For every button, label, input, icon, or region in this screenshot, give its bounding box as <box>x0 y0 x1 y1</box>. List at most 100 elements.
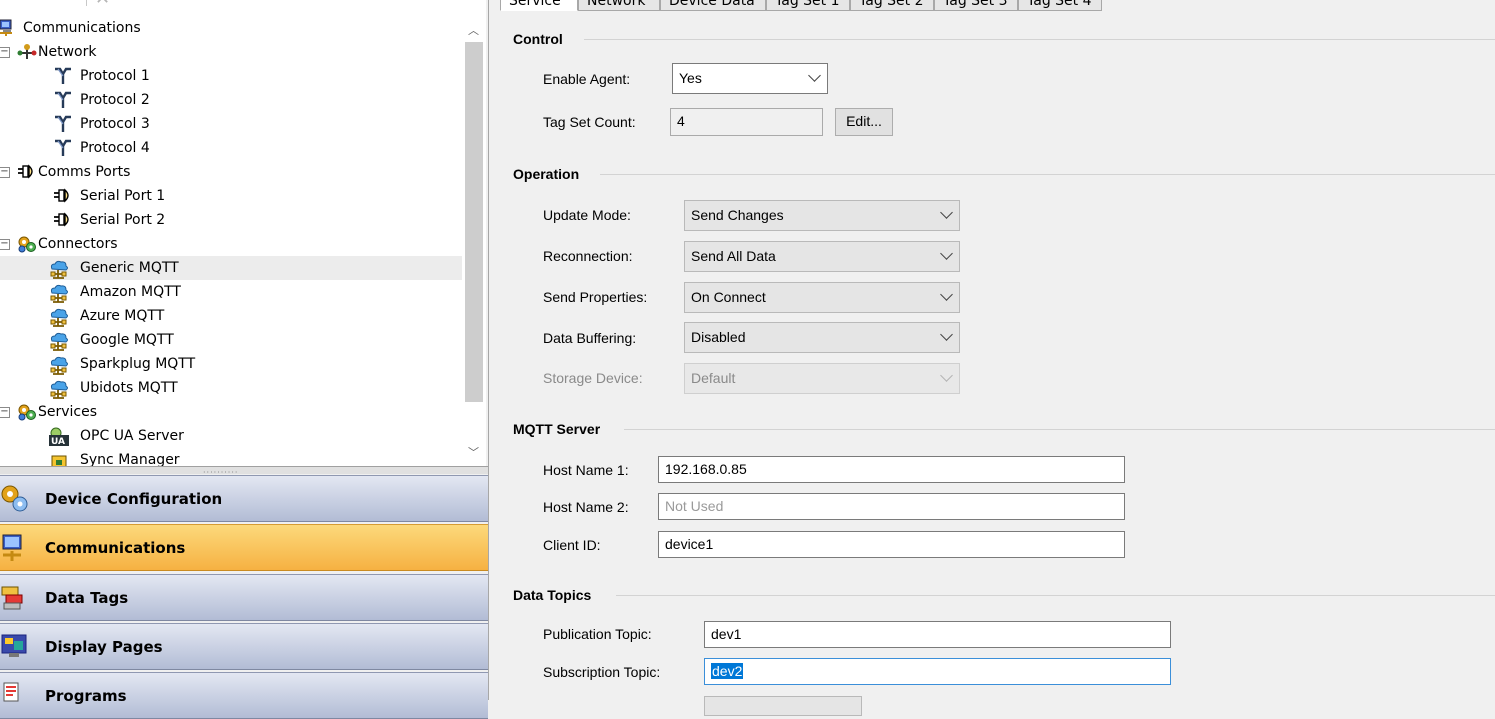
opc-ua-icon: UA <box>48 427 69 447</box>
host-name-1-field[interactable]: 192.168.0.85 <box>658 456 1125 483</box>
tree-item-label: Comms Ports <box>38 164 131 180</box>
tab-device-data[interactable]: Device Data <box>660 0 766 11</box>
group-title-mqtt-server: MQTT Server <box>513 421 601 437</box>
tree-item-network[interactable]: − Network <box>0 40 462 64</box>
tree-item-label: Amazon MQTT <box>80 284 181 300</box>
cloud-connector-icon <box>48 307 68 327</box>
tree-item-amazon-mqtt[interactable]: Amazon MQTT <box>0 280 462 304</box>
send-properties-dropdown[interactable]: On Connect <box>684 282 960 313</box>
tree-item-protocol-1[interactable]: Protocol 1 <box>0 64 462 88</box>
send-properties-label: Send Properties: <box>543 289 648 305</box>
dropdown-value: Send Changes <box>691 207 784 223</box>
partial-dropdown[interactable] <box>704 696 862 716</box>
device-configuration-icon <box>0 484 28 512</box>
service-properties-form: Control Enable Agent: Yes Tag Set Count:… <box>496 12 1495 716</box>
subscription-topic-field[interactable]: dev2 <box>704 658 1171 685</box>
scrollbar-thumb[interactable] <box>465 42 483 402</box>
tree-item-label: Protocol 2 <box>80 92 150 108</box>
host-name-1-label: Host Name 1: <box>543 462 629 478</box>
cloud-connector-icon <box>48 283 68 303</box>
tree-item-connectors[interactable]: − Connectors <box>0 232 462 256</box>
collapse-toggle[interactable]: − <box>0 47 10 58</box>
chevron-down-icon <box>940 288 953 301</box>
field-placeholder: Not Used <box>665 498 724 514</box>
tag-set-count-field: 4 <box>670 108 823 136</box>
tree-toolbar: ✕ <box>0 0 140 9</box>
tree-item-opc-ua-server[interactable]: UA OPC UA Server <box>0 424 462 448</box>
scroll-up-icon[interactable]: ︿ <box>468 22 479 38</box>
tree-item-serial-port-2[interactable]: Serial Port 2 <box>0 208 462 232</box>
nav-label: Communications <box>45 539 186 557</box>
tab-tag-set-4[interactable]: Tag Set 4 <box>1018 0 1102 11</box>
collapse-toggle[interactable]: − <box>0 239 10 250</box>
update-mode-label: Update Mode: <box>543 207 631 223</box>
tree-item-comms-ports[interactable]: − Comms Ports <box>0 160 462 184</box>
nav-data-tags[interactable]: Data Tags <box>0 574 488 621</box>
edit-button[interactable]: Edit... <box>835 108 893 136</box>
nav-display-pages[interactable]: Display Pages <box>0 623 488 670</box>
delete-icon[interactable]: ✕ <box>95 0 110 9</box>
scroll-down-icon[interactable]: ﹀ <box>468 444 479 460</box>
dropdown-value: On Connect <box>691 289 766 305</box>
tree-item-sparkplug-mqtt[interactable]: Sparkplug MQTT <box>0 352 462 376</box>
communications-icon <box>0 533 28 561</box>
update-mode-dropdown[interactable]: Send Changes <box>684 200 960 231</box>
tree-item-label: Sync Manager <box>80 452 180 466</box>
tree-item-generic-mqtt[interactable]: Generic MQTT <box>0 256 462 280</box>
protocol-icon <box>53 67 73 85</box>
tab-tag-set-1[interactable]: Tag Set 1 <box>766 0 850 11</box>
tree-item-label: Sparkplug MQTT <box>80 356 196 372</box>
tree-item-label: Azure MQTT <box>80 308 165 324</box>
cloud-connector-icon <box>48 355 68 375</box>
tree-item-serial-port-1[interactable]: Serial Port 1 <box>0 184 462 208</box>
cloud-connector-icon <box>48 379 68 399</box>
collapse-toggle[interactable]: − <box>0 407 10 418</box>
data-tags-icon <box>0 583 28 611</box>
gears-icon <box>17 403 37 421</box>
reconnection-label: Reconnection: <box>543 248 633 264</box>
enable-agent-dropdown[interactable]: Yes <box>672 63 828 94</box>
programs-icon <box>0 681 28 709</box>
tree-item-communications[interactable]: Communications <box>0 16 462 40</box>
collapse-toggle[interactable]: − <box>0 167 10 178</box>
data-buffering-label: Data Buffering: <box>543 330 637 346</box>
panel-splitter[interactable]: ·········· <box>0 466 488 477</box>
protocol-icon <box>53 115 73 133</box>
tree-item-label: Communications <box>23 20 141 36</box>
publication-topic-field[interactable]: dev1 <box>704 621 1171 648</box>
tab-tag-set-2[interactable]: Tag Set 2 <box>850 0 934 11</box>
nav-label: Programs <box>45 687 127 705</box>
reconnection-dropdown[interactable]: Send All Data <box>684 241 960 272</box>
dropdown-value: Default <box>691 370 736 386</box>
tree-item-protocol-2[interactable]: Protocol 2 <box>0 88 462 112</box>
tree-item-azure-mqtt[interactable]: Azure MQTT <box>0 304 462 328</box>
client-id-field[interactable]: device1 <box>658 531 1125 558</box>
tree-scrollbar[interactable]: ︿ ﹀ <box>462 18 486 466</box>
field-value: dev1 <box>711 626 742 642</box>
host-name-2-field[interactable]: Not Used <box>658 493 1125 520</box>
tree-item-label: Protocol 4 <box>80 140 150 156</box>
group-title-operation: Operation <box>513 166 580 182</box>
nav-communications[interactable]: Communications <box>0 524 488 571</box>
tree-item-ubidots-mqtt[interactable]: Ubidots MQTT <box>0 376 462 400</box>
communications-icon <box>0 19 18 37</box>
nav-programs[interactable]: Programs <box>0 672 488 719</box>
tree-item-services[interactable]: − Services <box>0 400 462 424</box>
nav-device-configuration[interactable]: Device Configuration <box>0 475 488 522</box>
tag-set-count-label: Tag Set Count: <box>543 114 636 130</box>
tree-item-label: Services <box>38 404 98 420</box>
tree-item-label: Ubidots MQTT <box>80 380 178 396</box>
tab-tag-set-3[interactable]: Tag Set 3 <box>934 0 1018 11</box>
subscription-topic-label: Subscription Topic: <box>543 664 661 680</box>
protocol-icon <box>53 139 73 157</box>
tree-item-protocol-4[interactable]: Protocol 4 <box>0 136 462 160</box>
tree-item-google-mqtt[interactable]: Google MQTT <box>0 328 462 352</box>
data-buffering-dropdown[interactable]: Disabled <box>684 322 960 353</box>
tree-item-sync-manager[interactable]: Sync Manager <box>0 448 462 466</box>
protocol-icon <box>53 91 73 109</box>
tab-service[interactable]: Service <box>500 0 578 11</box>
project-tree[interactable]: ✕ Communications − Network Protocol 1 Pr… <box>0 0 486 466</box>
tab-network[interactable]: Network <box>578 0 660 11</box>
group-divider <box>584 39 1495 40</box>
tree-item-protocol-3[interactable]: Protocol 3 <box>0 112 462 136</box>
